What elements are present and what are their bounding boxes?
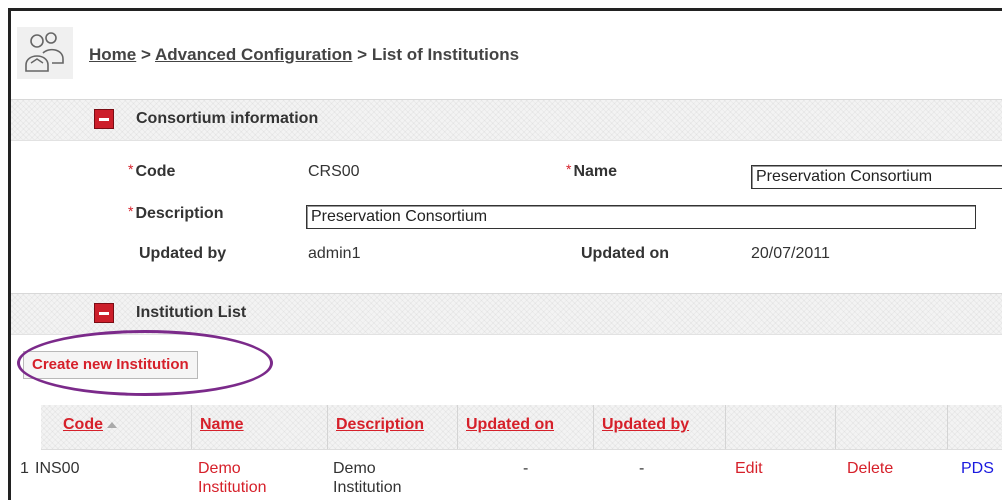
updated-on-value: 20/07/2011: [751, 245, 830, 262]
description-label: * Description: [128, 203, 224, 222]
create-institution-button[interactable]: Create new Institution: [23, 351, 198, 379]
breadcrumb-home-link[interactable]: Home: [89, 45, 136, 64]
column-header-updated-on[interactable]: Updated on: [457, 405, 593, 449]
table-header: Code Name Description Updated on Updated…: [41, 405, 1002, 450]
collapse-icon[interactable]: [94, 303, 114, 323]
updated-on-label: Updated on: [581, 245, 669, 262]
name-label: * Name: [566, 161, 618, 180]
column-header-description[interactable]: Description: [327, 405, 457, 449]
code-label: * Code: [128, 161, 176, 180]
column-header-updated-by[interactable]: Updated by: [593, 405, 725, 449]
required-marker: *: [566, 161, 572, 177]
column-header-empty: [835, 405, 947, 449]
sort-ascending-icon: [107, 421, 117, 428]
row-updated-on: -: [523, 460, 529, 477]
institution-section-title: Institution List: [136, 304, 247, 321]
breadcrumb-current: List of Institutions: [371, 45, 520, 64]
row-name-link[interactable]: Demo Institution: [198, 459, 288, 497]
code-value: CRS00: [308, 163, 360, 180]
institution-section-header: Institution List: [11, 293, 1002, 335]
consortium-section-title: Consortium information: [136, 110, 319, 127]
breadcrumb-separator: >: [140, 45, 151, 64]
required-marker: *: [128, 161, 134, 177]
header: Home > Advanced Configuration > List of …: [11, 11, 1002, 91]
column-header-empty: [725, 405, 835, 449]
row-index: 1: [20, 460, 29, 477]
pds-link[interactable]: PDS: [961, 459, 994, 478]
description-field[interactable]: Preservation Consortium: [306, 205, 976, 229]
column-header-code[interactable]: Code: [55, 405, 183, 449]
row-code: INS00: [35, 460, 80, 477]
breadcrumb-advanced-configuration-link[interactable]: Advanced Configuration: [155, 45, 352, 64]
updated-by-value: admin1: [308, 245, 361, 262]
collapse-icon[interactable]: [94, 109, 114, 129]
name-field[interactable]: Preservation Consortium: [751, 165, 1002, 189]
updated-by-label: Updated by: [139, 245, 227, 262]
page-frame: Home > Advanced Configuration > List of …: [8, 8, 1002, 500]
edit-link[interactable]: Edit: [735, 459, 763, 478]
required-marker: *: [128, 203, 134, 219]
breadcrumb: Home > Advanced Configuration > List of …: [89, 45, 519, 65]
consortium-section-header: Consortium information: [11, 99, 1002, 141]
column-header-name[interactable]: Name: [191, 405, 327, 449]
users-icon: [17, 27, 73, 79]
column-header-empty: [947, 405, 1002, 449]
row-description: Demo Institution: [333, 460, 402, 496]
breadcrumb-separator: >: [357, 45, 368, 64]
row-updated-by: -: [639, 460, 645, 477]
delete-link[interactable]: Delete: [847, 459, 893, 478]
